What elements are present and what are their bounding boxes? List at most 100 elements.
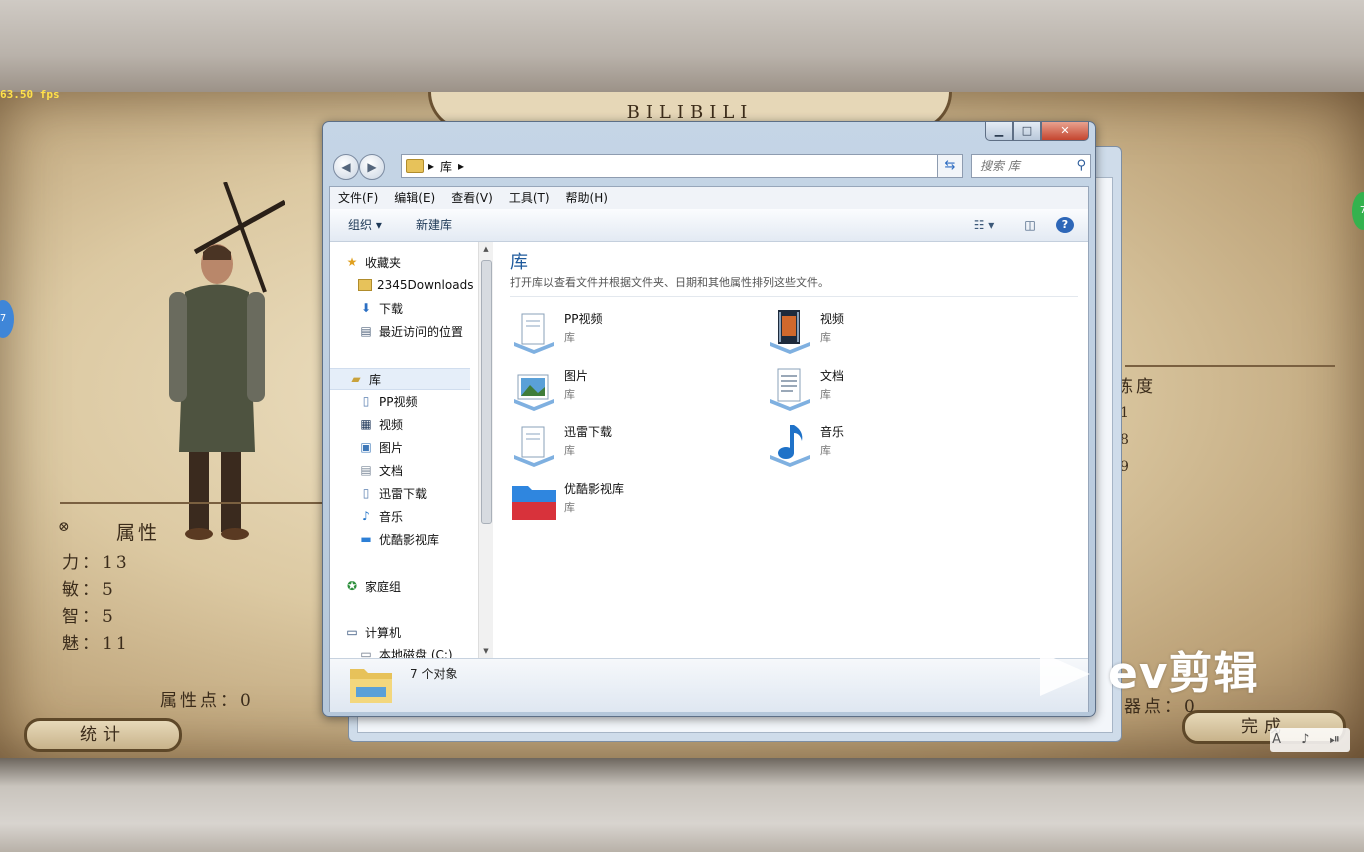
computer-icon: ▭ bbox=[346, 625, 358, 639]
library-item-documents[interactable]: 文档 库 bbox=[766, 363, 996, 411]
organize-button[interactable]: 组织 ▾ bbox=[348, 209, 382, 241]
page-description: 打开库以查看文件并根据文件夹、日期和其他属性排列这些文件。 bbox=[510, 276, 829, 289]
attributes-icon: ⊗ bbox=[58, 519, 73, 535]
address-separator: ▸ bbox=[458, 159, 465, 173]
libraries-icon: ▰ bbox=[351, 372, 361, 386]
nav-item-recent-places[interactable]: ▤ 最近访问的位置 bbox=[358, 321, 478, 341]
nav-item-pictures[interactable]: ▣ 图片 bbox=[358, 437, 478, 457]
library-folder-icon bbox=[406, 159, 424, 173]
ev-watermark: ev剪辑 bbox=[1036, 646, 1296, 702]
video-library-icon bbox=[770, 310, 810, 354]
content-frame: 文件(F) 编辑(E) 查看(V) 工具(T) 帮助(H) 组织 ▾ 新建库 ☷… bbox=[329, 186, 1089, 712]
library-item-youku[interactable]: 优酷影视库 库 bbox=[510, 476, 740, 524]
menu-edit[interactable]: 编辑(E) bbox=[386, 187, 443, 209]
explorer-window: ▁ □ ✕ ◀ ▶ ▸ 库 ▸ ▼ ⇆ ⚲ 文件(F) 编辑(E) 查看(V) … bbox=[322, 121, 1096, 717]
menu-view[interactable]: 查看(V) bbox=[443, 187, 501, 209]
scroll-thumb[interactable] bbox=[481, 260, 492, 524]
address-bar[interactable]: ▸ 库 ▸ ▼ bbox=[401, 154, 963, 178]
music-library-icon: ♪ bbox=[362, 509, 370, 523]
preview-pane-icon[interactable]: ◫ bbox=[1020, 217, 1040, 233]
scroll-up-icon[interactable]: ▲ bbox=[479, 242, 493, 256]
drive-icon: ▭ bbox=[360, 647, 372, 658]
menu-help[interactable]: 帮助(H) bbox=[558, 187, 616, 209]
library-folder-icon bbox=[350, 669, 392, 703]
menu-bar: 文件(F) 编辑(E) 查看(V) 工具(T) 帮助(H) bbox=[330, 187, 1088, 210]
maximize-button[interactable]: □ bbox=[1013, 122, 1041, 141]
nav-scrollbar[interactable]: ▲ ▼ bbox=[478, 242, 493, 658]
details-pane: 7 个对象 bbox=[330, 658, 1088, 712]
search-box[interactable]: ⚲ bbox=[971, 154, 1091, 178]
attribute-charisma: 魅：11 bbox=[62, 634, 130, 654]
nav-item-youku[interactable]: ▬ 优酷影视库 bbox=[358, 529, 478, 549]
help-icon[interactable]: ? bbox=[1056, 217, 1074, 233]
item-count: 7 个对象 bbox=[410, 667, 458, 681]
nav-computer[interactable]: ▭ 计算机 bbox=[344, 622, 478, 642]
player-controls[interactable]: A ♪ ⏯ bbox=[1270, 728, 1350, 752]
document-library-icon: ▯ bbox=[362, 486, 370, 500]
homegroup-icon: ✪ bbox=[346, 579, 358, 593]
folder-icon bbox=[358, 279, 372, 291]
menu-file[interactable]: 文件(F) bbox=[330, 187, 386, 209]
music-library-icon bbox=[770, 425, 810, 467]
library-item-videos[interactable]: 视频 库 bbox=[766, 306, 996, 354]
search-icon[interactable]: ⚲ bbox=[1076, 155, 1086, 177]
nav-libraries[interactable]: ▰ 库 bbox=[330, 368, 470, 390]
nav-item-music[interactable]: ♪ 音乐 bbox=[358, 506, 478, 526]
back-button[interactable]: ◀ bbox=[333, 154, 359, 180]
pictures-library-icon: ▣ bbox=[360, 440, 372, 454]
forward-button[interactable]: ▶ bbox=[359, 154, 385, 180]
documents-library-icon: ▤ bbox=[360, 463, 372, 477]
star-icon: ★ bbox=[346, 255, 358, 269]
caption-buttons: ▁ □ ✕ bbox=[985, 122, 1089, 142]
watermark-brand: ev剪辑 bbox=[1108, 648, 1259, 699]
character-figure bbox=[169, 182, 285, 540]
close-button[interactable]: ✕ bbox=[1041, 122, 1089, 141]
attribute-strength: 力：13 bbox=[62, 553, 130, 573]
video-bottom-band bbox=[0, 758, 1364, 852]
video-top-band bbox=[0, 0, 1364, 92]
document-library-icon bbox=[514, 313, 554, 354]
search-input[interactable] bbox=[978, 156, 1072, 176]
minimize-button[interactable]: ▁ bbox=[985, 122, 1013, 141]
attribute-points: 属性点：0 bbox=[160, 691, 254, 711]
stats-button[interactable]: 统计 bbox=[24, 718, 182, 752]
library-item-xunlei[interactable]: 迅雷下载 库 bbox=[510, 419, 740, 467]
breadcrumb-libraries[interactable]: 库 bbox=[440, 158, 452, 175]
page-title: 库 bbox=[510, 252, 528, 273]
download-folder-icon: ⬇ bbox=[360, 301, 372, 315]
scroll-down-icon[interactable]: ▼ bbox=[479, 644, 493, 658]
nav-item-2345downloads[interactable]: 2345Downloads bbox=[358, 275, 478, 295]
attributes-title: 属性 bbox=[116, 522, 161, 544]
youku-folder-icon: ▬ bbox=[360, 532, 372, 546]
nav-item-videos[interactable]: ▦ 视频 bbox=[358, 414, 478, 434]
view-options-icon[interactable]: ☷ ▾ bbox=[966, 217, 1002, 233]
menu-tools[interactable]: 工具(T) bbox=[501, 187, 558, 209]
command-bar: 组织 ▾ 新建库 ☷ ▾ ◫ ? bbox=[330, 209, 1088, 242]
fps-counter: 63.50 fps bbox=[0, 88, 60, 101]
pictures-library-icon bbox=[514, 374, 554, 411]
attribute-intelligence: 智：5 bbox=[62, 607, 116, 627]
document-library-icon: ▯ bbox=[362, 394, 370, 408]
library-item-pictures[interactable]: 图片 库 bbox=[510, 363, 740, 411]
video-library-icon: ▦ bbox=[360, 417, 372, 431]
library-item-music[interactable]: 音乐 库 bbox=[766, 419, 996, 467]
new-library-button[interactable]: 新建库 bbox=[416, 209, 452, 241]
documents-library-icon bbox=[770, 368, 810, 411]
nav-item-xunlei[interactable]: ▯ 迅雷下载 bbox=[358, 483, 478, 503]
nav-favorites[interactable]: ★ 收藏夹 bbox=[344, 252, 478, 272]
document-library-icon bbox=[514, 426, 554, 467]
recent-places-icon: ▤ bbox=[360, 324, 372, 338]
nav-item-documents[interactable]: ▤ 文档 bbox=[358, 460, 478, 480]
play-logo-icon bbox=[1040, 652, 1090, 696]
library-item-pp-video[interactable]: PP视频 库 bbox=[510, 306, 740, 354]
nav-item-pp-video[interactable]: ▯ PP视频 bbox=[358, 391, 478, 411]
navigation-pane: ★ 收藏夹 2345Downloads ⬇ 下载 ▤ 最近访问的位置 ▰ 库 ▯ bbox=[330, 242, 478, 658]
navigation-row: ◀ ▶ ▸ 库 ▸ ▼ ⇆ ⚲ bbox=[331, 152, 1091, 180]
address-separator: ▸ bbox=[428, 159, 435, 173]
nav-item-downloads[interactable]: ⬇ 下载 bbox=[358, 298, 478, 318]
nav-homegroup[interactable]: ✪ 家庭组 bbox=[344, 576, 478, 596]
refresh-button[interactable]: ⇆ bbox=[937, 154, 963, 178]
youku-folder-icon bbox=[512, 486, 556, 520]
nav-item-local-disk[interactable]: ▭ 本地磁盘 (C:) bbox=[358, 644, 478, 658]
library-pane: 库 打开库以查看文件并根据文件夹、日期和其他属性排列这些文件。 PP视频 库 视… bbox=[500, 242, 1084, 658]
